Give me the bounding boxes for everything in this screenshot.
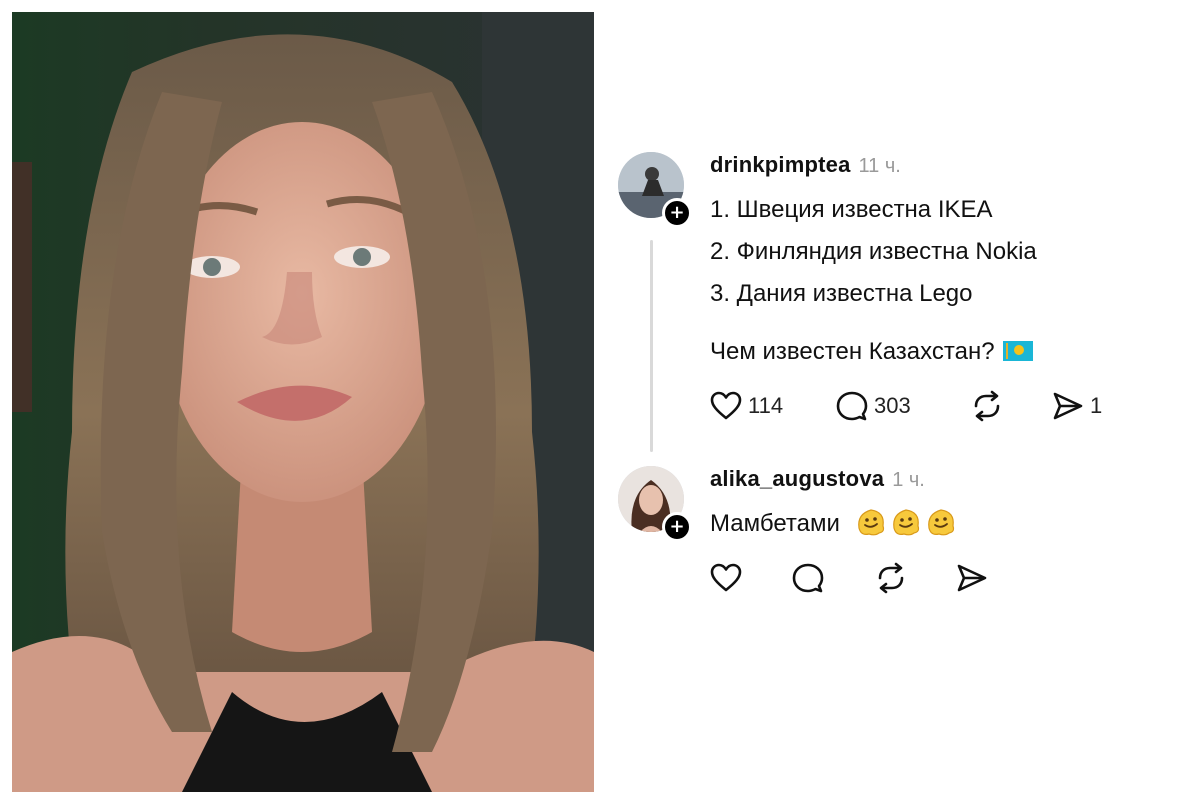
post-line-3: 3. Дания известна Lego	[710, 280, 973, 307]
send-icon	[1053, 392, 1083, 420]
share-button[interactable]: 1	[1052, 391, 1102, 421]
thread-connector-line	[650, 240, 653, 452]
comment-thread: + drinkpimptea 11 ч. 1. Швеция известна …	[600, 0, 1200, 804]
reply-author-avatar-wrap[interactable]: +	[618, 466, 692, 542]
comment-count: 303	[874, 393, 911, 418]
share-button[interactable]	[956, 563, 988, 593]
like-count: 114	[748, 393, 784, 418]
post-line-2: 2. Финляндия известна Nokia	[710, 238, 1037, 265]
melting-face-emoji	[857, 509, 884, 536]
reply-header: alika_augustova 1 ч.	[710, 466, 1180, 494]
reply-username[interactable]: alika_augustova	[710, 466, 884, 492]
repost-icon	[878, 562, 904, 594]
post-username[interactable]: drinkpimptea	[710, 152, 851, 178]
melting-face-emoji	[892, 509, 919, 536]
post-question-text: Чем известен Казахстан?	[710, 338, 995, 365]
post-actions: 114 303 1	[710, 390, 1102, 422]
post-line-1: 1. Швеция известна IKEA	[710, 196, 993, 223]
post: drinkpimptea 11 ч. 1. Швеция известна IK…	[710, 152, 1180, 365]
share-count: 1	[1090, 393, 1103, 418]
reply: alika_augustova 1 ч. Мамбетами	[710, 466, 1180, 537]
follow-plus-button[interactable]: +	[662, 198, 692, 228]
reply-time: 1 ч.	[892, 469, 925, 491]
like-button[interactable]	[710, 563, 792, 593]
heart-icon	[710, 563, 742, 592]
comment-bubble-icon	[792, 563, 824, 593]
kazakhstan-flag-icon	[1002, 341, 1033, 361]
comment-button[interactable]: 303	[836, 390, 970, 422]
post-header: drinkpimptea 11 ч.	[710, 152, 1180, 180]
heart-icon	[710, 391, 742, 420]
send-icon	[957, 564, 987, 592]
person-video-image	[12, 12, 594, 792]
post-time: 11 ч.	[858, 155, 901, 177]
post-question: Чем известен Казахстан?	[710, 338, 1033, 366]
repost-button[interactable]	[874, 562, 956, 594]
reply-text: Мамбетами	[710, 510, 840, 537]
post-author-avatar-wrap[interactable]: +	[618, 152, 692, 228]
reply-text-line: Мамбетами	[710, 506, 957, 538]
repost-icon	[974, 390, 1000, 422]
repost-button[interactable]	[970, 390, 1052, 422]
comment-button[interactable]	[792, 562, 874, 594]
video-frame	[12, 12, 594, 792]
melting-face-emoji	[927, 509, 954, 536]
like-button[interactable]: 114	[710, 391, 836, 421]
comment-bubble-icon	[836, 391, 868, 421]
reply-actions	[710, 562, 988, 594]
follow-plus-button[interactable]: +	[662, 512, 692, 542]
